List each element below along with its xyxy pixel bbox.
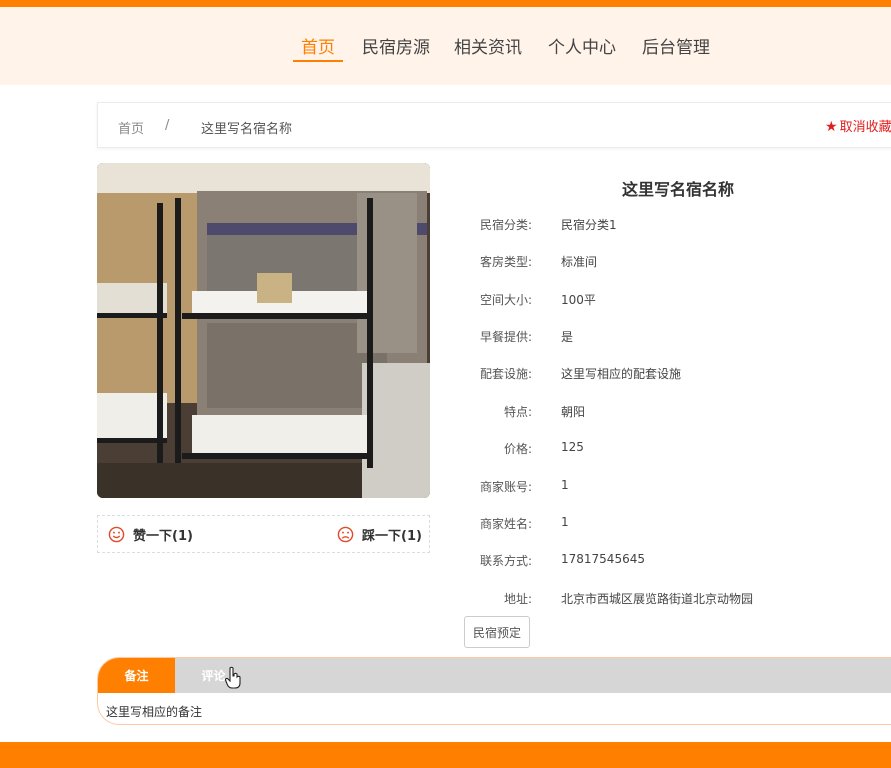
smile-icon — [108, 526, 125, 543]
field-label-feature: 特点: — [503, 405, 532, 419]
tabs-header: 备注 评论 — [98, 658, 891, 693]
field-label-facilities: 配套设施: — [479, 367, 532, 381]
field-value-category: 民宿分类1 — [561, 218, 617, 232]
nav-item-news[interactable]: 相关资讯 — [454, 33, 522, 58]
nav-item-home[interactable]: 首页 — [301, 33, 335, 58]
unfavorite-label: 取消收藏 — [839, 120, 891, 135]
unfavorite-button[interactable]: ★ 取消收藏 — [825, 116, 891, 135]
nav-item-homestays[interactable]: 民宿房源 — [362, 33, 430, 58]
field-value-room-type: 标准间 — [561, 255, 598, 269]
star-icon: ★ — [825, 119, 838, 135]
field-label-breakfast: 早餐提供: — [479, 330, 532, 344]
homestay-title: 这里写名宿名称 — [622, 180, 735, 199]
field-value-merchant-name: 1 — [561, 515, 569, 529]
nav-item-admin[interactable]: 后台管理 — [642, 33, 710, 58]
field-value-price: 125 — [561, 440, 584, 454]
dislike-label: 踩一下(1) — [362, 529, 422, 544]
book-homestay-button[interactable]: 民宿预定 — [464, 616, 530, 648]
nav-item-profile[interactable]: 个人中心 — [548, 33, 616, 58]
top-accent-bar — [0, 0, 891, 7]
field-label-merchant-account: 商家账号: — [479, 480, 532, 494]
tab-notes[interactable]: 备注 — [98, 658, 175, 693]
field-label-space: 空间大小: — [479, 293, 532, 307]
field-label-contact: 联系方式: — [479, 554, 532, 568]
field-value-facilities: 这里写相应的配套设施 — [561, 367, 682, 381]
nav-active-underline — [293, 60, 343, 62]
field-label-merchant-name: 商家姓名: — [479, 517, 532, 531]
field-value-space: 100平 — [561, 293, 596, 307]
footer-bar — [0, 742, 891, 768]
field-label-category: 民宿分类: — [479, 218, 532, 232]
field-value-feature: 朝阳 — [561, 405, 586, 419]
homestay-photo — [97, 163, 430, 498]
field-label-address: 地址: — [503, 592, 532, 606]
like-label: 赞一下(1) — [133, 529, 193, 544]
field-value-contact: 17817545645 — [561, 552, 645, 566]
tab-notes-content: 这里写相应的备注 — [106, 705, 203, 719]
field-value-breakfast: 是 — [561, 330, 574, 344]
breadcrumb: 首页 / 这里写名宿名称 ★ 取消收藏 — [97, 102, 891, 148]
field-value-address: 北京市西城区展览路街道北京动物园 — [561, 592, 754, 606]
frown-icon — [337, 526, 354, 543]
field-value-merchant-account: 1 — [561, 478, 569, 492]
breadcrumb-current: 这里写名宿名称 — [201, 122, 293, 137]
breadcrumb-separator: / — [165, 118, 170, 133]
like-button[interactable]: 赞一下(1) — [108, 525, 193, 544]
top-nav — [0, 7, 891, 85]
field-label-price: 价格: — [503, 442, 532, 456]
vote-box: 赞一下(1) 踩一下(1) — [97, 515, 430, 553]
breadcrumb-home[interactable]: 首页 — [118, 118, 144, 137]
dislike-button[interactable]: 踩一下(1) — [337, 525, 422, 544]
info-tabs: 备注 评论 这里写相应的备注 — [97, 657, 891, 725]
hand-cursor-icon — [224, 666, 241, 689]
field-label-room-type: 客房类型: — [479, 255, 532, 269]
